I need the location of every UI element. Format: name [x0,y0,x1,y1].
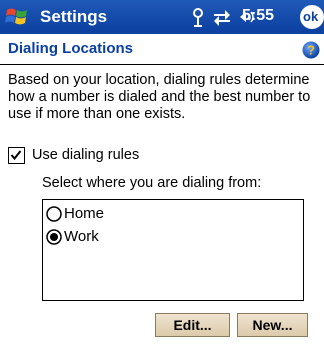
location-label: Work [64,228,99,245]
location-label: Home [64,205,105,222]
select-location-label: Select where you are dialing from: [42,175,262,191]
use-dialing-rules-label[interactable]: Use dialing rules [32,147,139,163]
edit-button[interactable]: Edit... [155,313,230,337]
new-button[interactable]: New... [237,313,308,337]
page-header: Dialing Locations ? [0,34,324,64]
location-list[interactable]: Home Work [42,199,304,301]
use-dialing-rules-checkbox[interactable] [8,147,25,164]
header-divider [0,64,324,65]
ok-button[interactable]: ok [300,5,324,29]
radio-selected-icon[interactable] [46,228,64,246]
page-title: Dialing Locations [8,40,134,57]
clock-time[interactable]: 5:55 [242,7,274,25]
svg-text:?: ? [307,43,315,58]
checkmark-icon [10,150,22,161]
description-text: Based on your location, dialing rules de… [8,72,311,122]
start-logo-icon[interactable] [4,4,30,30]
title-bar: Settings 5:55 ok [0,0,324,34]
app-title: Settings [40,7,108,26]
network-sync-icon[interactable] [212,5,232,29]
radio-unselected-icon[interactable] [46,205,64,223]
help-icon[interactable]: ? [302,41,320,59]
connectivity-icon[interactable] [190,5,206,29]
